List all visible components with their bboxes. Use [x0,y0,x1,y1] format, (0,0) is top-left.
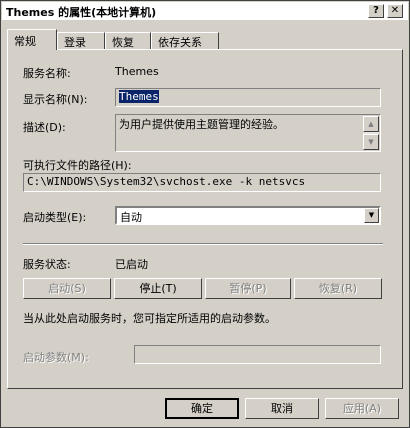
start-params-hint: 当从此处启动服务时，您可指定所适用的启动参数。 [23,312,276,325]
scroll-up-icon[interactable]: ▲ [363,116,379,132]
close-button[interactable]: ✕ [387,4,403,18]
description-label: 描述(D): [23,121,66,134]
service-name-value: Themes [115,65,159,78]
window-title: Themes 的属性(本地计算机) [6,6,157,19]
stop-button[interactable]: 停止(T) [114,278,202,299]
title-bar: Themes 的属性(本地计算机) ? ✕ [2,2,408,20]
start-button[interactable]: 启动(S) [23,278,111,299]
display-name-label: 显示名称(N): [23,93,88,106]
scroll-down-icon[interactable]: ▼ [363,134,379,150]
ok-button[interactable]: 确定 [165,398,239,419]
path-label: 可执行文件的路径(H): [23,159,132,172]
cancel-button[interactable]: 取消 [245,398,319,419]
service-name-label: 服务名称: [23,67,71,80]
divider [23,243,383,245]
tab-dependencies[interactable]: 依存关系 [151,32,219,49]
status-label: 服务状态: [23,258,71,271]
path-field: C:\WINDOWS\System32\svchost.exe -k netsv… [23,173,381,192]
description-scrollbar[interactable]: ▲ ▼ [363,116,379,150]
start-params-label: 启动参数(M): [23,351,89,364]
startup-type-label: 启动类型(E): [23,211,87,224]
properties-dialog: Themes 的属性(本地计算机) ? ✕ 常规 登录 恢复 依存关系 服务名称… [0,0,410,428]
tab-label: 依存关系 [158,36,202,49]
status-value: 已启动 [115,258,148,271]
tab-label: 登录 [64,36,86,49]
tab-label: 恢复 [112,36,134,49]
tab-general[interactable]: 常规 [7,29,57,50]
startup-type-select[interactable]: 自动 ▼ [115,206,381,225]
description-field[interactable]: 为用户提供使用主题管理的经验。 [115,114,381,152]
tab-logon[interactable]: 登录 [57,32,105,49]
chevron-down-icon[interactable]: ▼ [364,208,379,223]
resume-button[interactable]: 恢复(R) [294,278,382,299]
apply-button[interactable]: 应用(A) [325,398,399,419]
help-button[interactable]: ? [368,4,384,18]
display-name-value: Themes [119,90,159,103]
tab-label: 常规 [14,35,36,48]
display-name-field[interactable]: Themes [115,88,381,107]
tab-recovery[interactable]: 恢复 [105,32,151,49]
startup-type-value: 自动 [120,211,142,224]
start-params-field[interactable] [134,345,381,364]
pause-button[interactable]: 暂停(P) [205,278,291,299]
path-value: C:\WINDOWS\System32\svchost.exe -k netsv… [27,175,306,188]
description-value: 为用户提供使用主题管理的经验。 [119,118,284,131]
